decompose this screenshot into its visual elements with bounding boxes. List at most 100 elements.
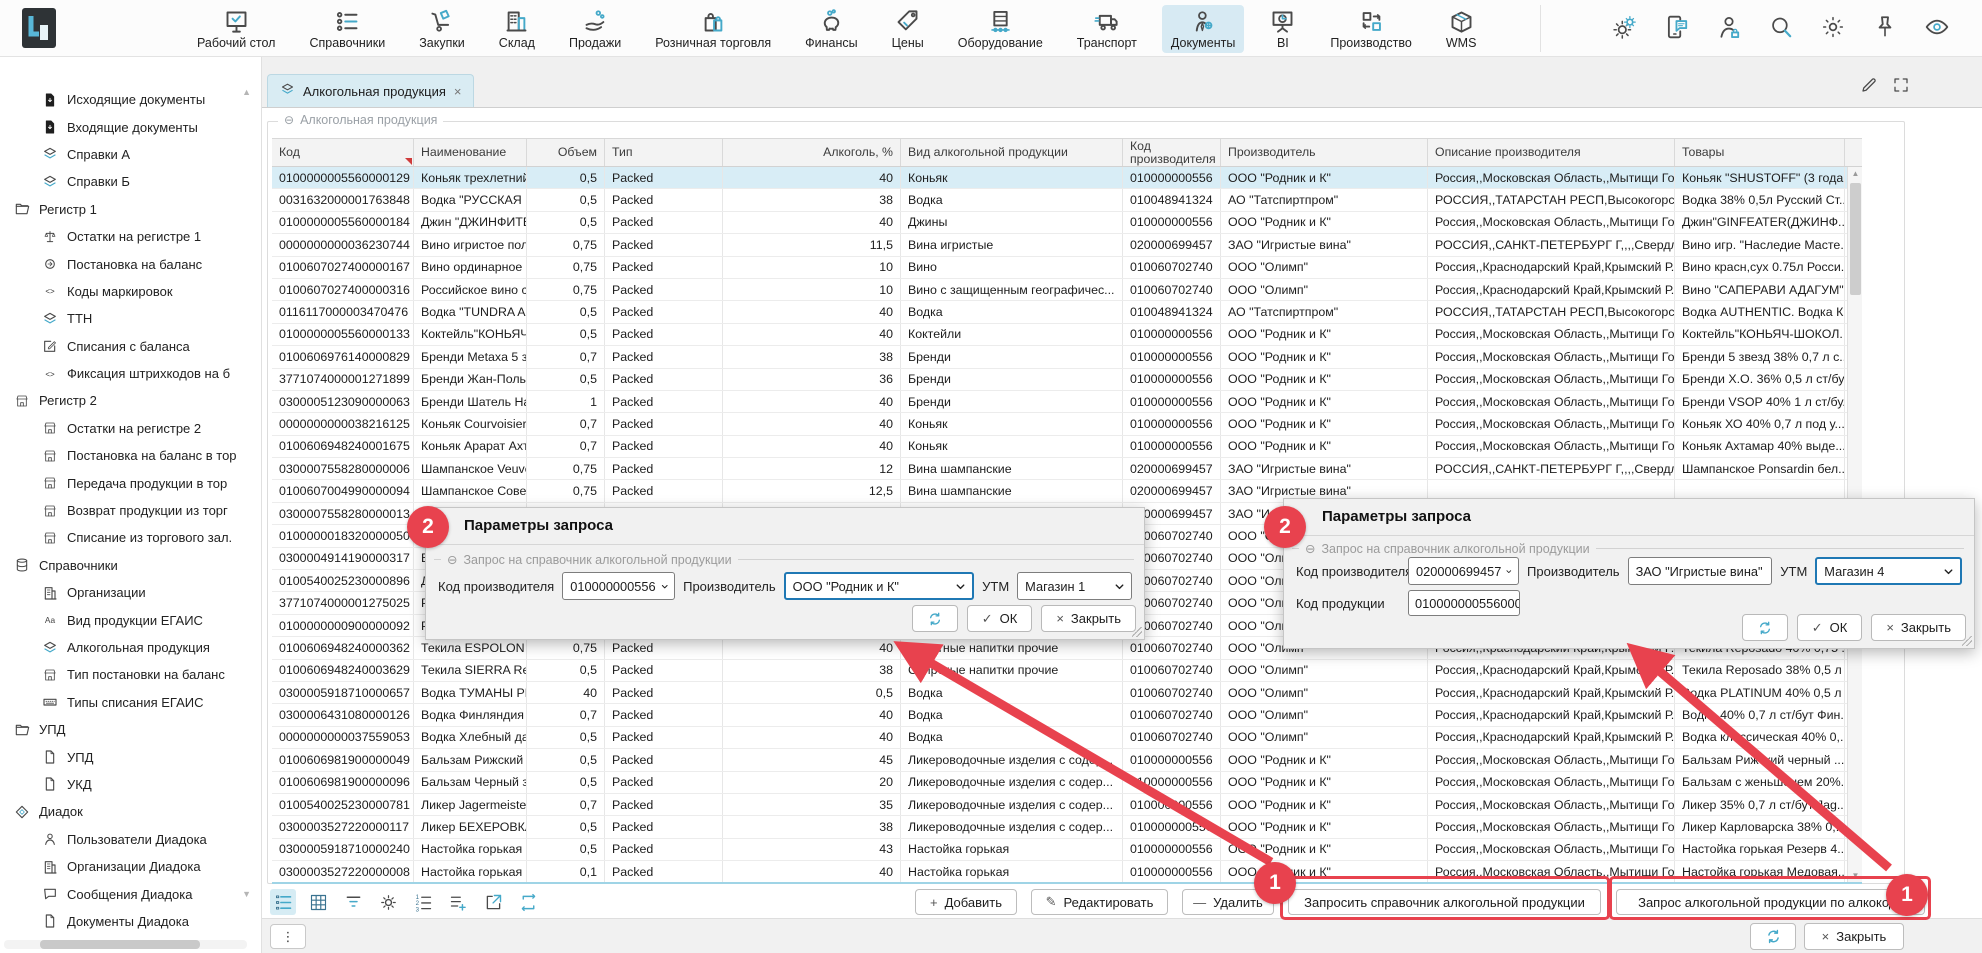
- dropdown-утм[interactable]: Магазин 1: [1017, 572, 1132, 600]
- header-brightness-button[interactable]: [1820, 14, 1846, 45]
- toolbar-item-transport[interactable]: Транспорт: [1068, 5, 1146, 53]
- toolbar-item-equipment[interactable]: Оборудование: [949, 5, 1052, 53]
- column-header-производитель[interactable]: Производитель: [1221, 139, 1428, 166]
- sidebar-item-пользователи-диадока[interactable]: Пользователи Диадока: [0, 826, 261, 853]
- table-row[interactable]: 0100540025230000781Ликер Jagermeister ..…: [272, 794, 1847, 816]
- table-row[interactable]: 0300005918710000240Настойка горькая S...…: [272, 839, 1847, 861]
- header-settings-button[interactable]: [1612, 14, 1638, 45]
- collapse-icon[interactable]: ⊖: [1305, 541, 1315, 556]
- sidebar-item-постановка-на-баланс[interactable]: Постановка на баланс: [0, 250, 261, 277]
- column-header-описание-производителя[interactable]: Описание производителя: [1428, 139, 1675, 166]
- close-form-button[interactable]: × Закрыть: [1804, 923, 1904, 950]
- sidebar-item-ттн[interactable]: ТТН: [0, 305, 261, 332]
- sidebar-item-типы-списания-егаис[interactable]: Типы списания ЕГАИС: [0, 689, 261, 716]
- dropdown-утм[interactable]: Магазин 4: [1815, 557, 1962, 585]
- button-добавить[interactable]: +Добавить: [915, 889, 1017, 915]
- refresh-button[interactable]: [1750, 923, 1796, 950]
- column-header-тип[interactable]: Тип: [605, 139, 723, 166]
- expand-icon[interactable]: [1892, 76, 1910, 99]
- scroll-down-icon[interactable]: ▼: [1848, 871, 1863, 880]
- sidebar-item-остатки-на-регистре-2[interactable]: Остатки на регистре 2: [0, 415, 261, 442]
- toolbar-item-price[interactable]: Цены: [883, 5, 933, 53]
- sidebar-item-списания-с-баланса[interactable]: Списания с баланса: [0, 333, 261, 360]
- toolbar-item-documents[interactable]: Документы: [1162, 5, 1244, 53]
- filter-button[interactable]: [340, 889, 366, 915]
- list-view-button[interactable]: [270, 889, 296, 915]
- dialog-refresh-button[interactable]: [912, 605, 958, 632]
- scrollbar-thumb[interactable]: [40, 940, 200, 949]
- dialog-ok-button[interactable]: ✓ОК: [967, 605, 1033, 632]
- scroll-up-icon[interactable]: ▲: [1848, 169, 1863, 178]
- toolbar-item-finance[interactable]: Финансы: [796, 5, 866, 53]
- toolbar-item-production[interactable]: Производство: [1321, 5, 1421, 53]
- grid-button[interactable]: [305, 889, 331, 915]
- column-header-код-производителя[interactable]: Код производителя: [1123, 139, 1221, 166]
- column-header-алкоголь-%[interactable]: Алкоголь, %: [723, 139, 901, 166]
- sidebar-item-возврат-продукции-из-торг[interactable]: Возврат продукции из торг: [0, 497, 261, 524]
- dialog-close-button[interactable]: ×Закрыть: [1871, 614, 1966, 641]
- sidebar-item-организации-диадока[interactable]: Организации Диадока: [0, 853, 261, 880]
- toolbar-item-wms[interactable]: WMS: [1437, 5, 1486, 53]
- table-row[interactable]: 0100000005560000184Джин "ДЖИНФИТЕР"0,5Pa…: [272, 212, 1847, 234]
- sidebar-item-тип-постановки-на-баланс[interactable]: Тип постановки на баланс: [0, 661, 261, 688]
- column-header-товары[interactable]: Товары: [1675, 139, 1845, 166]
- table-row[interactable]: 0100606981900000049Бальзам Рижский ч...0…: [272, 749, 1847, 771]
- input-код-продукции[interactable]: 0100000005560000: [1408, 590, 1520, 616]
- dialog-close-button[interactable]: ×Закрыть: [1041, 605, 1136, 632]
- toolbar-item-retail[interactable]: Розничная торговля: [646, 5, 780, 53]
- toolbar-item-desktop[interactable]: Рабочий стол: [188, 5, 284, 53]
- toolbar-item-warehouse[interactable]: Склад: [490, 5, 544, 53]
- button-редактировать[interactable]: ✎Редактировать: [1031, 889, 1168, 915]
- table-row[interactable]: 0100000005560000133Коктейль"КОНЬЯЧ-...0,…: [272, 324, 1847, 346]
- sidebar-scroll-down-icon[interactable]: ▼: [242, 889, 251, 899]
- table-row[interactable]: 0300007558280000006Шампанское Veuve ...0…: [272, 458, 1847, 480]
- table-row[interactable]: 0000000000038216125Коньяк Courvoisier ..…: [272, 413, 1847, 435]
- sidebar-horizontal-scrollbar[interactable]: [4, 940, 247, 949]
- add-list-button[interactable]: [445, 889, 471, 915]
- table-row[interactable]: 0100000005560000129Коньяк трехлетний ...…: [272, 167, 1847, 189]
- column-header-объем[interactable]: Объем: [527, 139, 605, 166]
- button-запросить-справочник-алкогольной-продукции[interactable]: Запросить справочник алкогольной продукц…: [1288, 889, 1601, 915]
- sidebar-item-алкогольная-продукция[interactable]: Алкогольная продукция: [0, 634, 261, 661]
- dropdown-производитель[interactable]: ООО "Родник и К": [784, 572, 974, 600]
- dialog-ok-button[interactable]: ✓ОК: [1797, 614, 1863, 641]
- edit-icon[interactable]: [1860, 76, 1878, 99]
- toolbar-item-cart[interactable]: Закупки: [410, 5, 474, 53]
- gear-button[interactable]: [375, 889, 401, 915]
- dialog-refresh-button[interactable]: [1742, 614, 1788, 641]
- scrollbar-thumb[interactable]: [1850, 183, 1861, 295]
- dropdown-код-производителя[interactable]: 010000000556: [562, 572, 675, 600]
- more-menu-button[interactable]: ⋮: [270, 924, 306, 949]
- table-row[interactable]: 0300003527220000008Настойка горькая Б...…: [272, 861, 1847, 882]
- sidebar-item-укд[interactable]: УКД: [0, 771, 261, 798]
- sidebar-item-упд[interactable]: УПД: [0, 743, 261, 770]
- sidebar-item-упд[interactable]: УПД: [0, 716, 261, 743]
- toolbar-item-sales[interactable]: Продажи: [560, 5, 630, 53]
- sidebar-item-диадок[interactable]: Диадок: [0, 798, 261, 825]
- table-row[interactable]: 0300005918710000657Водка ТУМАНЫ PLA...40…: [272, 682, 1847, 704]
- header-user-lock-button[interactable]: [1716, 14, 1742, 45]
- table-row[interactable]: 0100606981900000096Бальзам Черный зн...0…: [272, 772, 1847, 794]
- sidebar-item-документы-диадока[interactable]: Документы Диадока: [0, 908, 261, 935]
- table-row[interactable]: 0100606976140000829Бренди Metaxa 5 зв...…: [272, 346, 1847, 368]
- tab-alcohol-products[interactable]: Алкогольная продукция ×: [267, 74, 474, 107]
- column-header-наименование[interactable]: Наименование: [414, 139, 527, 166]
- table-row[interactable]: 0031632000001763848Водка "РУССКАЯ ВА...0…: [272, 189, 1847, 211]
- num-list-button[interactable]: 123: [410, 889, 436, 915]
- collapse-icon[interactable]: ⊖: [284, 113, 294, 127]
- sidebar-item-фиксация-штрихкодов-на-б[interactable]: <>Фиксация штрихкодов на б: [0, 360, 261, 387]
- cycle-button[interactable]: [515, 889, 541, 915]
- sidebar-item-регистр-2[interactable]: Регистр 2: [0, 387, 261, 414]
- dropdown-код-производителя[interactable]: 020000699457: [1408, 557, 1519, 585]
- sidebar-item-справки-б[interactable]: Справки Б: [0, 168, 261, 195]
- sidebar-item-остатки-на-регистре-1[interactable]: Остатки на регистре 1: [0, 223, 261, 250]
- header-search-button[interactable]: [1768, 14, 1794, 45]
- dropdown-производитель[interactable]: ЗАО "Игристые вина": [1628, 557, 1773, 585]
- sidebar-item-входящие-документы[interactable]: Входящие документы: [0, 113, 261, 140]
- collapse-icon[interactable]: ⊖: [447, 552, 457, 567]
- sidebar-item-организации[interactable]: Организации: [0, 579, 261, 606]
- button-запрос-алкогольной-продукции-по-алкокоду[interactable]: Запрос алкогольной продукции по алкокоду: [1616, 889, 1925, 915]
- table-row[interactable]: 0100607027400000316Российское вино с з..…: [272, 279, 1847, 301]
- column-header-вид-алкогольной-продукции[interactable]: Вид алкогольной продукции: [901, 139, 1123, 166]
- table-row[interactable]: 0300006431080000126Водка Финляндия 4...0…: [272, 704, 1847, 726]
